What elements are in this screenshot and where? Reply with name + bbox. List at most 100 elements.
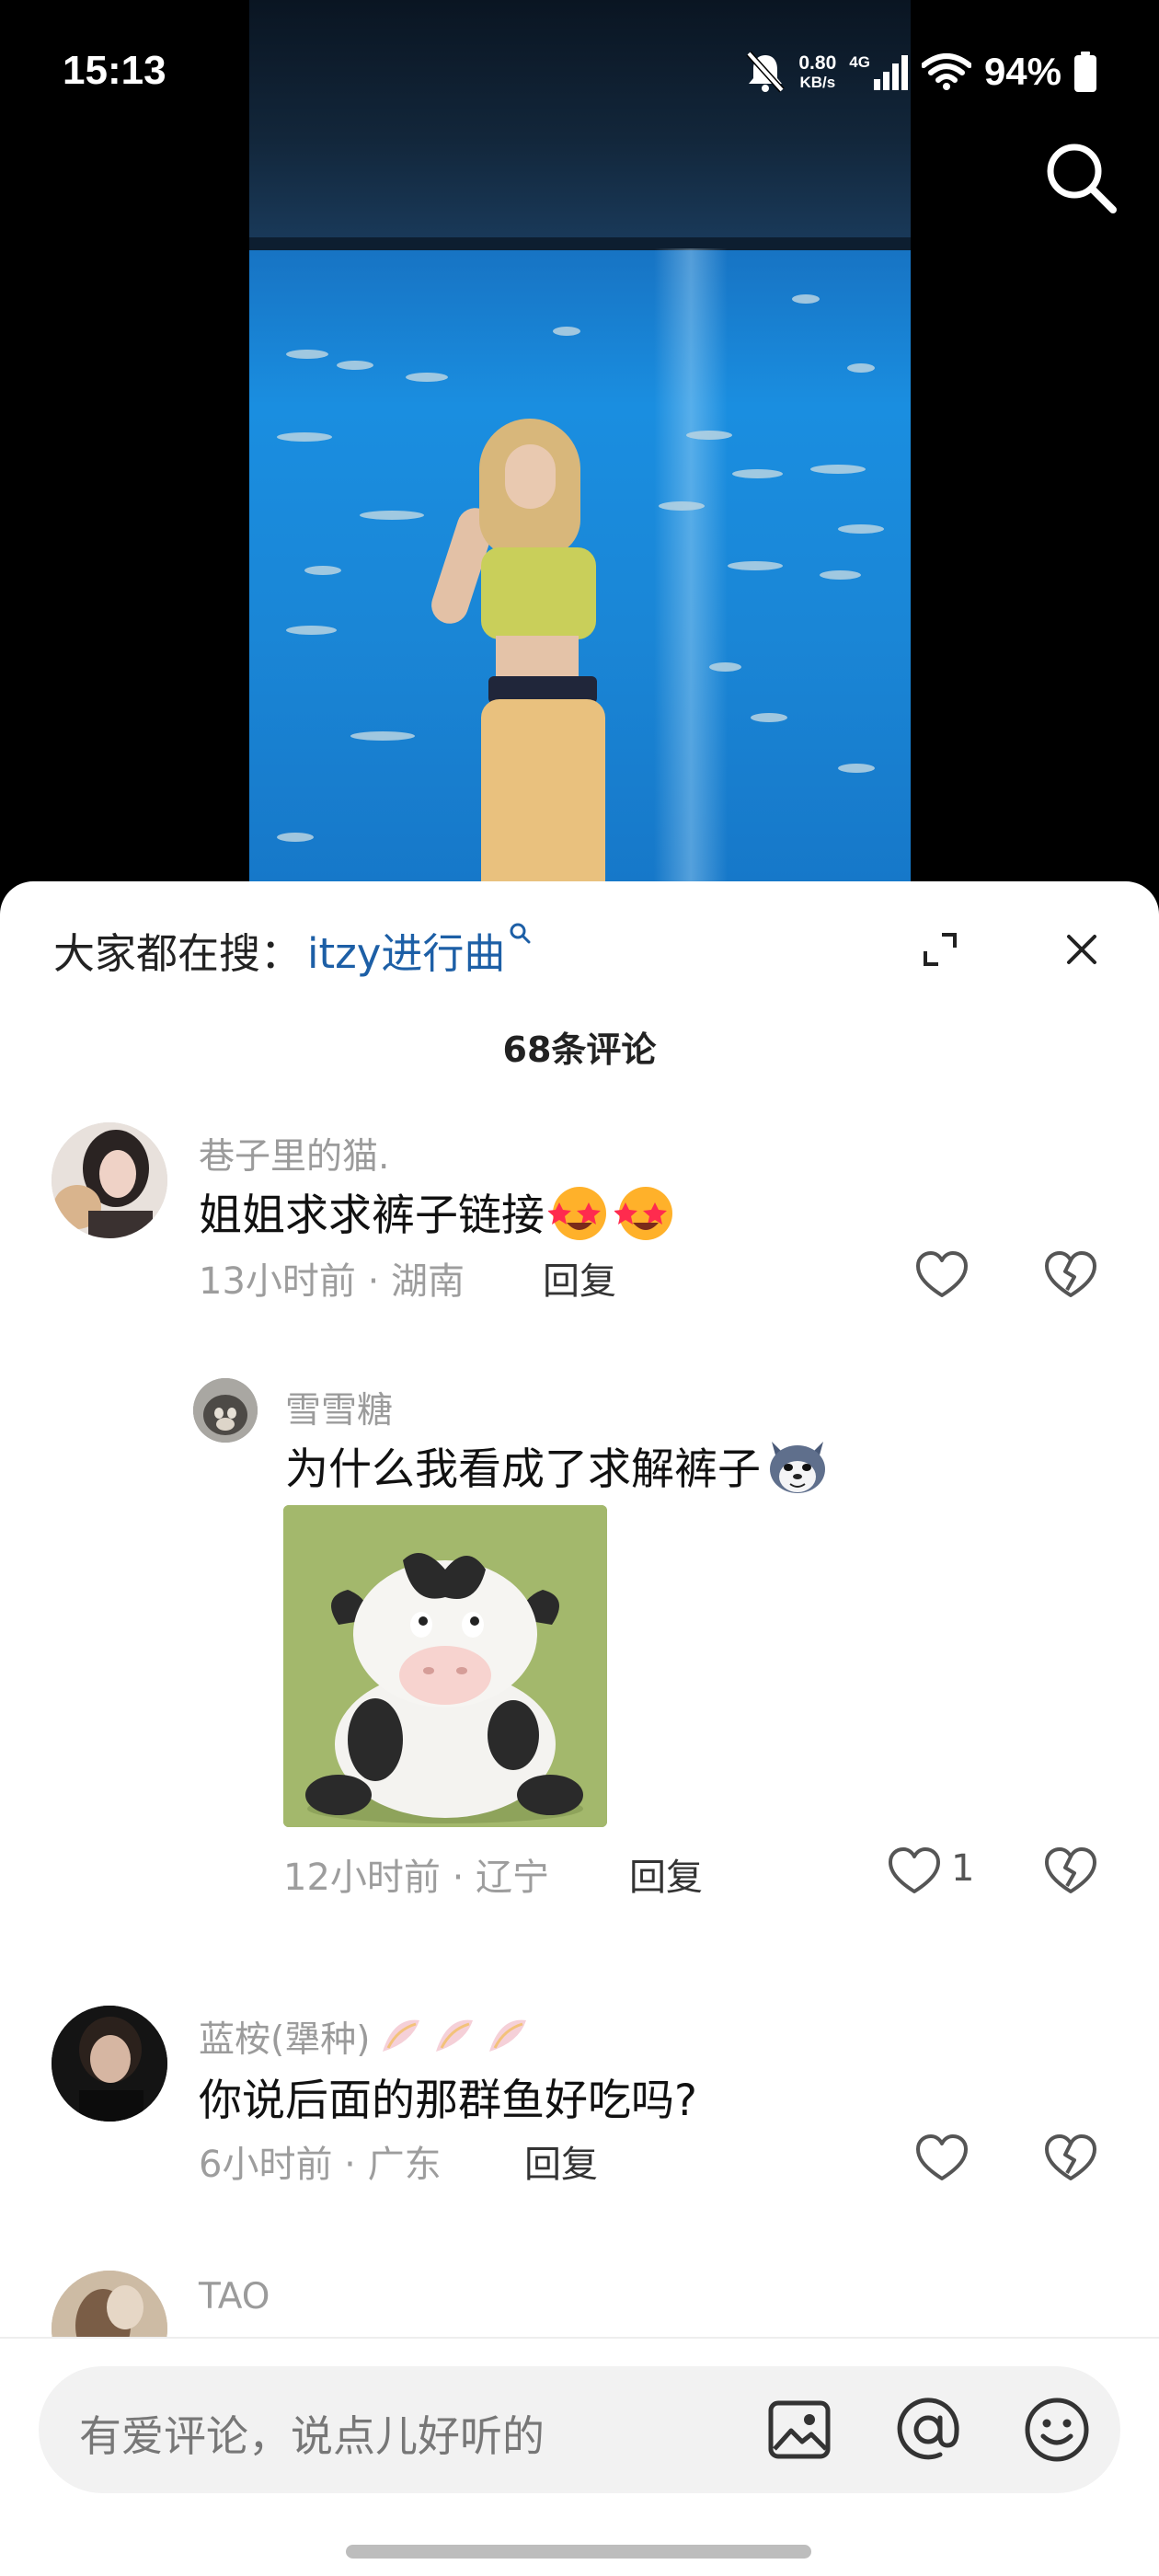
comment-text-row: 姐姐求求裤子链接: [199, 1179, 677, 1243]
reply-button[interactable]: 回复: [543, 1251, 616, 1305]
comment-username[interactable]: 雪雪糖: [285, 1382, 393, 1433]
like-button[interactable]: [912, 1246, 971, 1305]
comment-count: 68条评论: [502, 1029, 657, 1070]
fish: [810, 465, 866, 474]
video-player[interactable]: [0, 0, 1159, 920]
comment-input[interactable]: 有爱评论，说点儿好听的: [39, 2366, 1120, 2493]
close-button[interactable]: [1060, 927, 1104, 972]
star-struck-emoji-icon: [614, 1186, 672, 1240]
person: [426, 419, 626, 902]
like-count: 1: [951, 1847, 975, 1890]
heart-icon: [916, 1251, 968, 1297]
image-icon: [768, 2400, 831, 2459]
comment-text: 你说后面的那群鱼好吃吗?: [199, 2076, 697, 2126]
avatar[interactable]: [52, 2006, 167, 2122]
avatar-image: [52, 2006, 167, 2122]
wifi-icon: [921, 53, 971, 90]
emoji-button[interactable]: [1021, 2394, 1093, 2466]
like-button[interactable]: [912, 2129, 971, 2188]
expand-button[interactable]: [918, 927, 962, 972]
comment-time-location: 12小时前 · 辽宁: [283, 1857, 550, 1899]
mute-bell-icon: [746, 51, 785, 93]
comment-text: 为什么我看成了求解裤子: [285, 1444, 761, 1495]
net-speed-unit: KB/s: [799, 74, 836, 91]
comment-reply-item: 雪雪糖 为什么我看成了求解裤子 12小时前 · 辽宁 回复 1: [0, 1378, 1159, 1949]
net-speed: 0.80 KB/s: [798, 53, 836, 90]
signal-icon: [873, 55, 908, 90]
fish: [709, 662, 741, 672]
fish: [277, 833, 314, 842]
comment-item: 蓝桉(犟种) 你说后面的那群鱼好吃吗? 6小时前 · 广东 回复: [0, 2006, 1159, 2186]
fish: [553, 327, 580, 336]
expand-icon: [924, 933, 957, 966]
fish: [792, 294, 820, 304]
close-icon: [1067, 935, 1096, 964]
search-button[interactable]: [1043, 140, 1120, 217]
comment-input-placeholder: 有爱评论，说点儿好听的: [79, 2411, 545, 2461]
fish: [847, 363, 875, 373]
fish: [838, 524, 884, 534]
hot-search-prefix: 大家都在搜：: [53, 929, 303, 978]
comment-sticker[interactable]: [283, 1505, 607, 1827]
avatar[interactable]: [193, 1378, 258, 1443]
like-button[interactable]: [885, 1842, 944, 1901]
fish: [686, 431, 732, 440]
fish: [337, 361, 373, 370]
fish: [820, 570, 861, 580]
reply-button[interactable]: 回复: [629, 1847, 703, 1901]
status-bar: 15:13 0.80 KB/s 4G 94%: [0, 0, 1159, 138]
fish: [838, 764, 875, 773]
avatar-image: [52, 1122, 167, 1238]
light-beam: [654, 248, 728, 902]
status-icons: 0.80 KB/s 4G 94%: [745, 46, 1096, 98]
dislike-button[interactable]: [1041, 2129, 1100, 2188]
mention-button[interactable]: [892, 2394, 964, 2466]
comment-time-location: 13小时前 · 湖南: [199, 1260, 465, 1303]
comment-item: TAO: [0, 2271, 1159, 2386]
cow-sticker-image: [283, 1505, 607, 1827]
hot-search-keyword-link[interactable]: itzy进行曲: [307, 920, 531, 980]
avatar-image: [193, 1378, 258, 1443]
dislike-button[interactable]: [1041, 1246, 1100, 1305]
hot-search-keyword: itzy进行曲: [307, 929, 506, 978]
search-icon: [1047, 144, 1117, 213]
home-indicator[interactable]: [346, 2545, 811, 2559]
broken-heart-icon: [1045, 2134, 1096, 2180]
flower-petal-icon: [383, 2019, 527, 2052]
comment-text-row: 你说后面的那群鱼好吃吗?: [199, 2064, 697, 2128]
comment-sheet: 大家都在搜： itzy进行曲 68条评论 巷子里的猫. 姐姐求求裤子链接 13小…: [0, 881, 1159, 2576]
status-time: 15:13: [63, 48, 166, 93]
comment-username[interactable]: TAO: [199, 2276, 270, 2317]
network-type: 4G: [849, 53, 870, 71]
avatar[interactable]: [52, 1122, 167, 1238]
fish: [659, 501, 705, 511]
comment-username[interactable]: 巷子里的猫.: [199, 1128, 389, 1179]
fish: [732, 469, 783, 478]
fish: [286, 350, 328, 359]
fish: [286, 626, 337, 635]
fish: [751, 713, 787, 722]
hot-search: 大家都在搜： itzy进行曲: [53, 920, 531, 980]
battery-icon: [1074, 52, 1096, 92]
image-button[interactable]: [763, 2394, 835, 2466]
comment-username: 蓝桉(犟种): [199, 2019, 371, 2061]
comment-input-bar: 有爱评论，说点儿好听的: [0, 2337, 1159, 2576]
heart-icon: [916, 2134, 968, 2180]
broken-heart-icon: [1045, 1847, 1096, 1893]
fish: [304, 566, 341, 575]
heart-icon: [889, 1847, 940, 1893]
comment-item: 巷子里的猫. 姐姐求求裤子链接 13小时前 · 湖南 回复: [0, 1122, 1159, 1303]
reply-button[interactable]: 回复: [524, 2134, 598, 2188]
comment-username-row[interactable]: 蓝桉(犟种): [199, 2011, 537, 2063]
husky-emoji-icon: [770, 1441, 825, 1493]
comment-time-location: 6小时前 · 广东: [199, 2144, 442, 2186]
comment-text: 姐姐求求裤子链接: [199, 1190, 545, 1241]
dislike-button[interactable]: [1041, 1842, 1100, 1901]
fish: [277, 432, 332, 442]
broken-heart-icon: [1045, 1251, 1096, 1297]
fish: [360, 511, 424, 520]
fish: [728, 561, 783, 570]
aquarium-ceiling-edge: [249, 237, 911, 250]
star-struck-emoji-icon: [548, 1186, 606, 1240]
battery-percent: 94%: [983, 50, 1061, 93]
